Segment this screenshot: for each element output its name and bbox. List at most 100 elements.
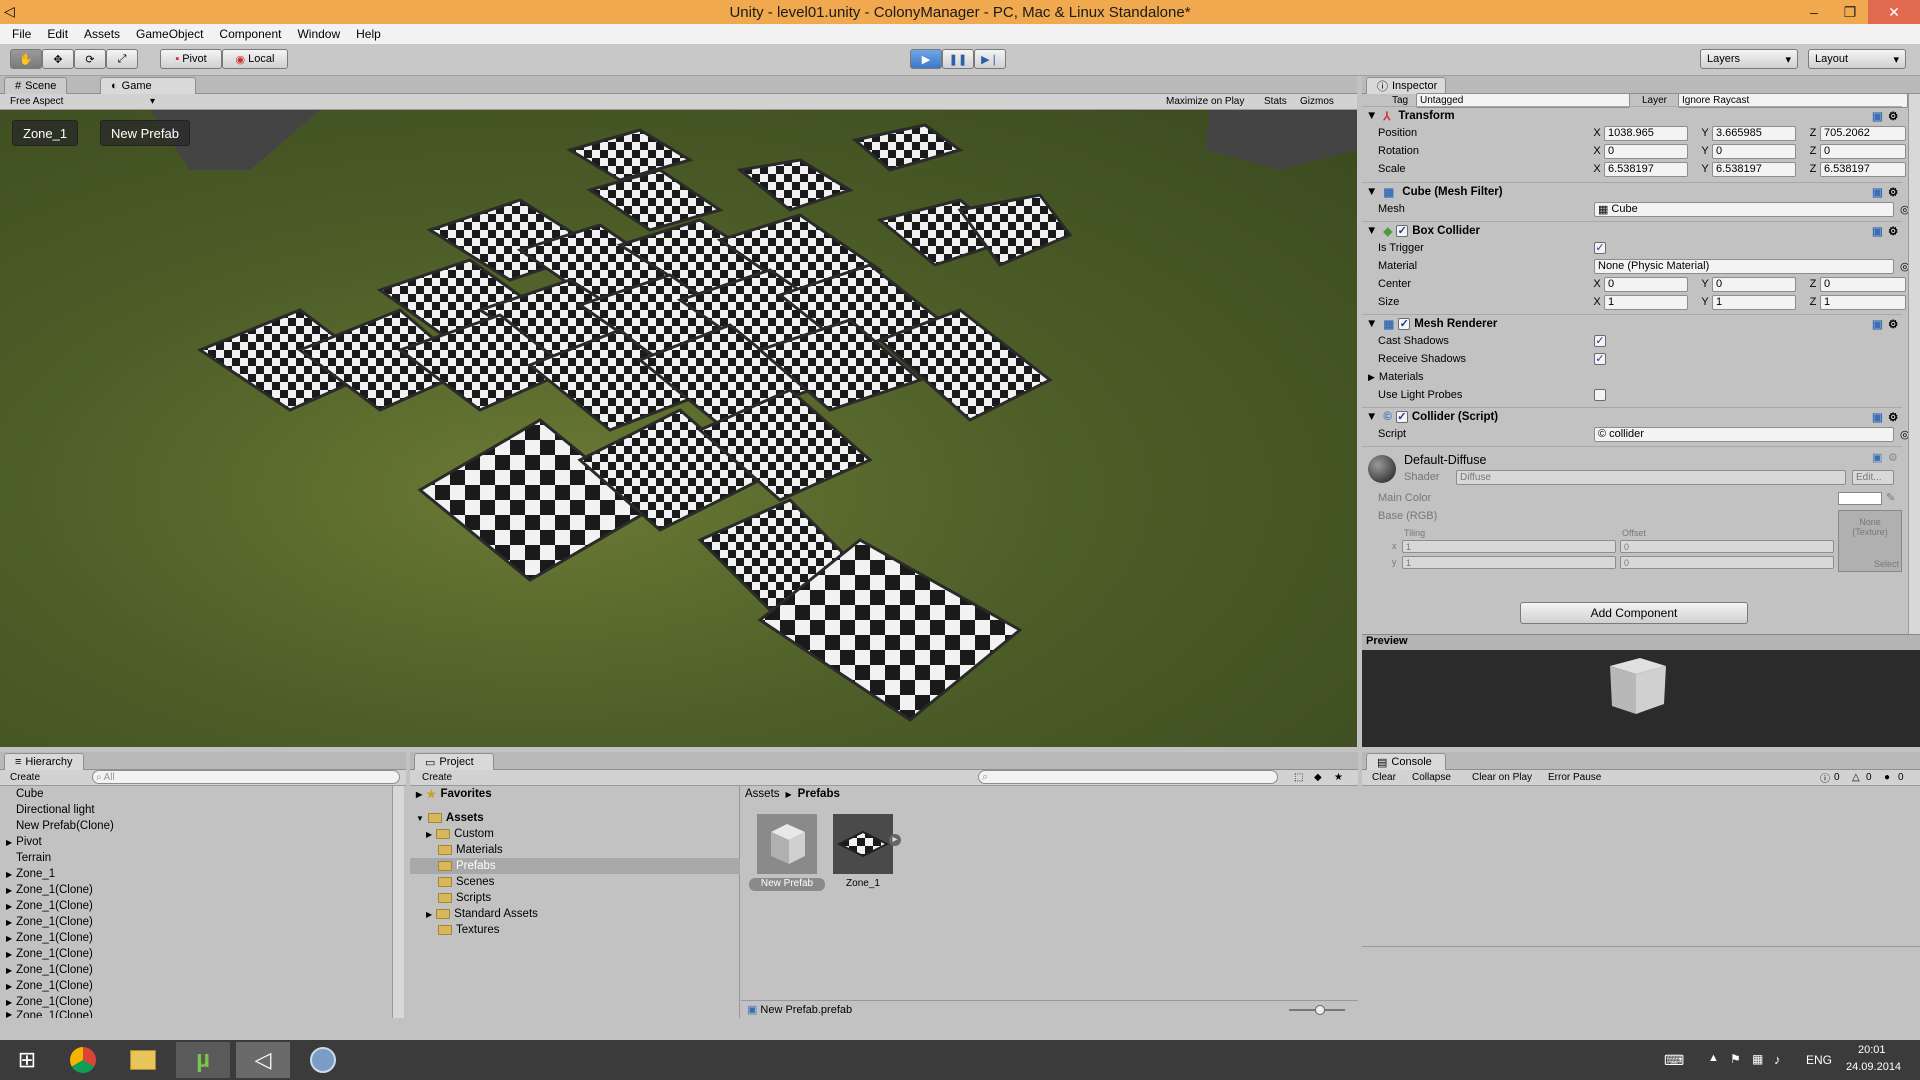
- position-z-field[interactable]: 705.2062: [1820, 125, 1906, 141]
- clock-date[interactable]: 24.09.2014: [1846, 1061, 1901, 1073]
- gear-icon[interactable]: ⚙: [1888, 451, 1898, 464]
- scale-z-field[interactable]: 6.538197: [1820, 161, 1906, 177]
- hand-tool-button[interactable]: ✋: [10, 49, 42, 69]
- keyboard-icon[interactable]: ⌨: [1664, 1052, 1684, 1069]
- menu-edit[interactable]: Edit: [39, 27, 76, 41]
- menu-window[interactable]: Window: [289, 27, 348, 41]
- foldout-arrow-icon[interactable]: ▶: [1368, 372, 1375, 383]
- breadcrumb-prefabs[interactable]: Prefabs: [798, 788, 840, 800]
- stats-toggle[interactable]: Stats: [1264, 96, 1287, 107]
- rotation-x-field[interactable]: 0: [1604, 143, 1688, 159]
- list-item[interactable]: ▶ Zone_1(Clone): [6, 962, 93, 978]
- collider-script-enabled-checkbox[interactable]: ✓: [1395, 410, 1408, 423]
- size-x-field[interactable]: 1: [1604, 294, 1688, 310]
- list-item[interactable]: ▶ Zone_1: [6, 866, 55, 882]
- mesh-filter-header[interactable]: ▼ ▦ Cube (Mesh Filter) ▣ ⚙: [1362, 182, 1902, 200]
- list-item[interactable]: ▶ Zone_1(Clone): [6, 882, 93, 898]
- play-button[interactable]: ▶: [910, 49, 942, 69]
- list-item[interactable]: ▶ Zone_1(Clone): [6, 978, 93, 994]
- center-x-field[interactable]: 0: [1604, 276, 1688, 292]
- gear-icon[interactable]: ⚙: [1888, 185, 1898, 199]
- warning-count[interactable]: 0: [1866, 772, 1872, 783]
- local-toggle[interactable]: ◉ Local: [222, 49, 288, 69]
- console-error-pause-button[interactable]: Error Pause: [1548, 772, 1601, 783]
- mesh-renderer-header[interactable]: ▼ ▦ ✓ Mesh Renderer ▣ ⚙: [1362, 314, 1902, 332]
- volume-icon[interactable]: ♪: [1774, 1052, 1781, 1067]
- list-item[interactable]: ▶ Zone_1(Clone): [6, 1010, 93, 1018]
- center-z-field[interactable]: 0: [1820, 276, 1906, 292]
- main-color-swatch[interactable]: [1838, 492, 1882, 505]
- aspect-dropdown[interactable]: Free Aspect: [10, 96, 63, 107]
- menu-help[interactable]: Help: [348, 27, 389, 41]
- receive-shadows-checkbox[interactable]: ✓: [1594, 353, 1606, 365]
- gizmos-dropdown[interactable]: Gizmos: [1300, 96, 1334, 107]
- collider-script-header[interactable]: ▼ © ✓ Collider (Script) ▣ ⚙: [1362, 407, 1902, 425]
- add-component-button[interactable]: Add Component: [1520, 602, 1748, 624]
- folder-item[interactable]: Scripts: [438, 890, 491, 906]
- favorites-node[interactable]: ▶ ★ Favorites: [416, 786, 492, 802]
- texture-select-button[interactable]: Select: [1874, 559, 1899, 569]
- taskbar-unity[interactable]: ◁: [236, 1042, 290, 1078]
- zone-1-spawn-button[interactable]: Zone_1: [12, 120, 79, 146]
- mesh-renderer-enabled-checkbox[interactable]: ✓: [1398, 317, 1411, 330]
- center-y-field[interactable]: 0: [1712, 276, 1796, 292]
- list-item[interactable]: ▶ Zone_1(Clone): [6, 946, 93, 962]
- transform-header[interactable]: ▼ ⅄ Transform ▣ ⚙: [1362, 106, 1902, 124]
- hierarchy-scrollbar[interactable]: [392, 786, 404, 1018]
- asset-new-prefab[interactable]: [757, 814, 817, 874]
- breadcrumb-assets[interactable]: Assets: [745, 788, 780, 800]
- console-clear-button[interactable]: Clear: [1372, 772, 1396, 783]
- shader-edit-button[interactable]: Edit...: [1852, 470, 1894, 485]
- start-button[interactable]: ⊞: [0, 1042, 54, 1078]
- menu-file[interactable]: File: [4, 27, 39, 41]
- list-item[interactable]: Directional light: [16, 802, 95, 818]
- tab-scene[interactable]: # Scene: [4, 77, 68, 94]
- use-light-probes-checkbox[interactable]: [1594, 389, 1606, 401]
- menu-component[interactable]: Component: [211, 27, 289, 41]
- network-icon[interactable]: ▦: [1752, 1052, 1763, 1066]
- folder-item[interactable]: Prefabs: [410, 858, 740, 874]
- tiling-x-field[interactable]: 1: [1402, 540, 1616, 553]
- show-hidden-icons-icon[interactable]: ▲: [1708, 1052, 1719, 1064]
- mesh-object-field[interactable]: ▦ Cube: [1594, 201, 1894, 217]
- texture-slot[interactable]: None (Texture) Select: [1838, 510, 1902, 572]
- taskbar-utorrent[interactable]: µ: [176, 1042, 230, 1078]
- hierarchy-search-input[interactable]: ⌕ All: [92, 770, 400, 784]
- taskbar-chrome[interactable]: [56, 1042, 110, 1078]
- gear-icon[interactable]: ⚙: [1888, 224, 1898, 238]
- console-clear-on-play-button[interactable]: Clear on Play: [1472, 772, 1532, 783]
- rotation-z-field[interactable]: 0: [1820, 143, 1906, 159]
- expand-arrow-icon[interactable]: ▸: [889, 834, 901, 846]
- size-z-field[interactable]: 1: [1820, 294, 1906, 310]
- offset-x-field[interactable]: 0: [1620, 540, 1834, 553]
- position-y-field[interactable]: 3.665985: [1712, 125, 1796, 141]
- info-count[interactable]: 0: [1834, 772, 1840, 783]
- project-create-dropdown[interactable]: Create: [422, 772, 452, 783]
- cast-shadows-checkbox[interactable]: ✓: [1594, 335, 1606, 347]
- pivot-toggle[interactable]: ▪ Pivot: [160, 49, 222, 69]
- move-tool-button[interactable]: ✥: [42, 49, 74, 69]
- scale-x-field[interactable]: 6.538197: [1604, 161, 1688, 177]
- is-trigger-checkbox[interactable]: ✓: [1594, 242, 1606, 254]
- list-item[interactable]: Cube: [16, 786, 44, 802]
- taskbar-explorer[interactable]: [116, 1042, 170, 1078]
- flag-icon[interactable]: ⚑: [1730, 1052, 1741, 1066]
- close-button[interactable]: ✕: [1868, 0, 1920, 24]
- folder-item[interactable]: ▶ Custom: [426, 826, 494, 842]
- tab-console[interactable]: ▤ Console: [1366, 753, 1446, 770]
- list-item[interactable]: Terrain: [16, 850, 51, 866]
- tab-game[interactable]: ◐ Game: [100, 77, 196, 94]
- maximize-button[interactable]: ❐: [1832, 0, 1868, 24]
- menu-gameobject[interactable]: GameObject: [128, 27, 211, 41]
- layout-dropdown[interactable]: Layout ▾: [1808, 49, 1906, 69]
- clock-time[interactable]: 20:01: [1858, 1044, 1886, 1056]
- script-object-field[interactable]: © collider: [1594, 426, 1894, 442]
- console-log-area[interactable]: [1362, 786, 1920, 1018]
- game-viewport[interactable]: Zone_1 New Prefab: [0, 110, 1357, 747]
- scale-y-field[interactable]: 6.538197: [1712, 161, 1796, 177]
- rotate-tool-button[interactable]: ⟳: [74, 49, 106, 69]
- gear-icon[interactable]: ⚙: [1888, 317, 1898, 331]
- box-collider-enabled-checkbox[interactable]: ✓: [1396, 224, 1409, 237]
- language-indicator[interactable]: ENG: [1806, 1053, 1832, 1067]
- size-y-field[interactable]: 1: [1712, 294, 1796, 310]
